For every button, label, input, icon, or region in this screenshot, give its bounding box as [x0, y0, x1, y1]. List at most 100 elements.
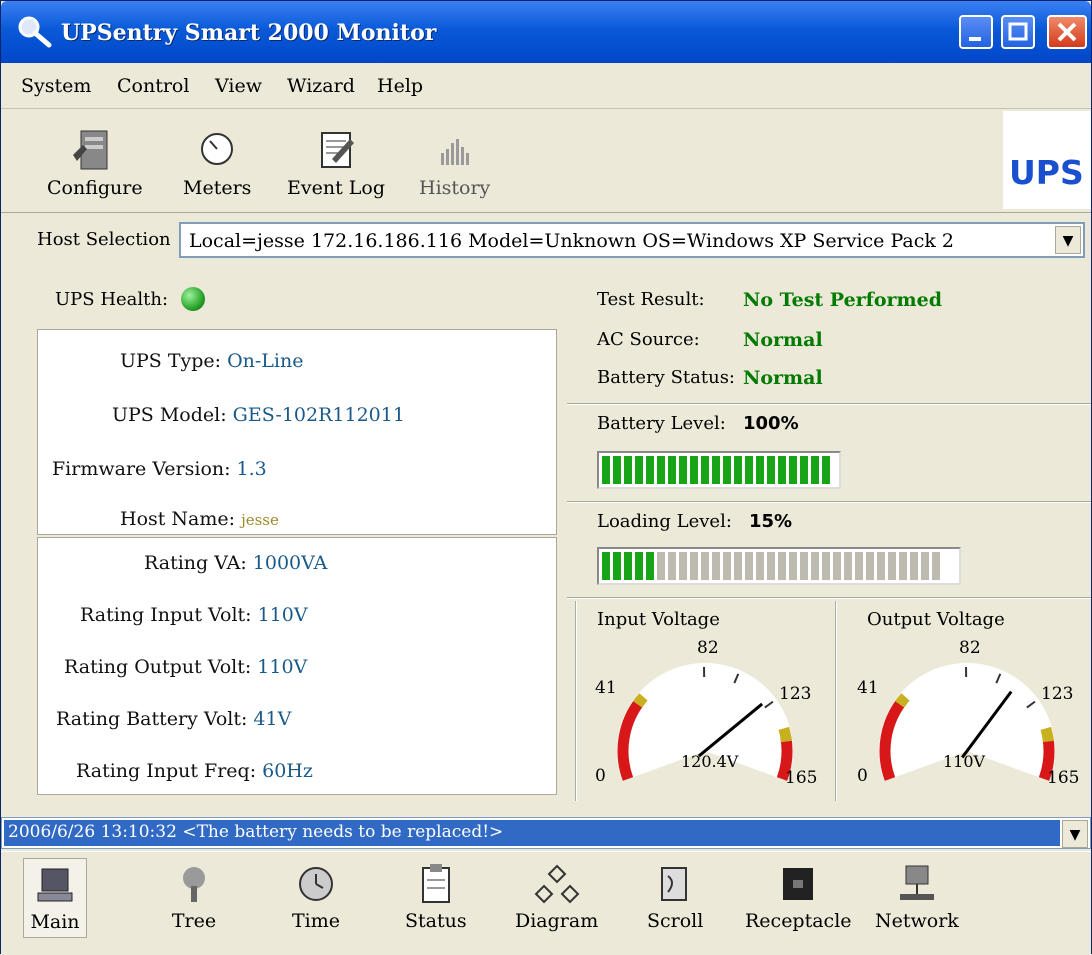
gauge-tick-label: 123	[1041, 684, 1073, 704]
loading-level-bar	[597, 547, 961, 585]
tab-time[interactable]: Time	[291, 862, 341, 932]
level-segment	[646, 552, 654, 580]
computer-icon	[30, 863, 80, 907]
configure-button[interactable]: Configure	[47, 125, 143, 199]
maximize-button[interactable]	[1001, 15, 1035, 49]
rating-battery-volt-value: 41V	[253, 708, 291, 730]
output-voltage-meter: Output Voltage 82411230165110V	[835, 601, 1091, 801]
ups-type-value: On-Line	[227, 350, 303, 372]
level-segment	[756, 456, 764, 484]
history-chart-icon	[429, 125, 481, 173]
level-segment	[932, 552, 940, 580]
diagram-icon	[532, 862, 582, 906]
level-segment	[833, 552, 841, 580]
ups-model-row: UPS Model:GES-102R112011	[112, 404, 405, 426]
level-segment	[844, 552, 852, 580]
ups-status-panel: Test Result: No Test Performed AC Source…	[567, 267, 1091, 807]
gauge-tick-label: 41	[857, 678, 879, 698]
battery-level-value: 100%	[743, 413, 799, 434]
minimize-button[interactable]	[959, 15, 993, 49]
level-segment	[800, 552, 808, 580]
level-segment	[701, 552, 709, 580]
level-segment	[811, 552, 819, 580]
ac-source-key: AC Source:	[597, 329, 700, 350]
gauge-tick-label: 0	[857, 766, 868, 786]
host-selection-value: Local=jesse 172.16.186.116 Model=Unknown…	[189, 230, 954, 252]
tab-tree-label: Tree	[172, 910, 216, 932]
event-log-button[interactable]: Event Log	[287, 125, 385, 199]
history-label: History	[419, 177, 490, 199]
menu-system[interactable]: System	[21, 75, 91, 97]
tab-diagram-label: Diagram	[515, 910, 598, 932]
ups-health-label: UPS Health:	[55, 289, 168, 310]
level-segment	[624, 456, 632, 484]
gauge-tick-label: 82	[697, 638, 719, 658]
menu-wizard[interactable]: Wizard	[287, 75, 355, 97]
maximize-icon	[1003, 17, 1033, 47]
level-segment	[811, 456, 819, 484]
rating-va-row: Rating VA:1000VA	[144, 552, 327, 574]
level-segment	[767, 456, 775, 484]
gauge-reading: 120.4V	[681, 752, 739, 771]
level-segment	[888, 552, 896, 580]
close-button[interactable]	[1047, 15, 1087, 49]
divider	[567, 597, 1091, 599]
event-message-dropdown[interactable]: 2006/6/26 13:10:32 <The battery needs to…	[1, 817, 1091, 849]
level-segment	[789, 456, 797, 484]
rating-output-volt-key: Rating Output Volt:	[64, 656, 251, 678]
meters-button[interactable]: Meters	[183, 125, 251, 199]
level-segment	[624, 552, 632, 580]
level-segment	[635, 552, 643, 580]
history-button[interactable]: History	[419, 125, 490, 199]
level-segment	[679, 552, 687, 580]
tab-main[interactable]: Main	[23, 858, 87, 938]
level-segment	[679, 456, 687, 484]
test-result-key: Test Result:	[597, 289, 705, 310]
battery-level-bar	[597, 451, 841, 489]
host-name-key: Host Name:	[120, 508, 235, 530]
rating-input-volt-row: Rating Input Volt:110V	[80, 604, 308, 626]
loading-level-label: Loading Level:	[597, 511, 732, 532]
title-bar[interactable]: UPSentry Smart 2000 Monitor	[1, 1, 1091, 63]
level-segment	[745, 456, 753, 484]
gauge-tick-label: 0	[595, 766, 606, 786]
menu-control[interactable]: Control	[117, 75, 189, 97]
level-segment	[657, 456, 665, 484]
app-window: UPSentry Smart 2000 Monitor System Contr…	[0, 0, 1092, 954]
ups-identity-box: UPS Type:On-Line UPS Model:GES-102R11201…	[37, 329, 557, 535]
rating-input-freq-value: 60Hz	[262, 760, 313, 782]
level-segment	[767, 552, 775, 580]
tab-status[interactable]: Status	[405, 862, 467, 932]
chevron-down-icon[interactable]: ▼	[1055, 226, 1081, 254]
meters-label: Meters	[183, 177, 251, 199]
level-segment	[789, 552, 797, 580]
level-segment	[921, 552, 929, 580]
gauge-tick-label: 41	[595, 678, 617, 698]
menu-view[interactable]: View	[215, 75, 262, 97]
gauge-tick-label: 123	[779, 684, 811, 704]
firmware-value: 1.3	[237, 458, 267, 480]
tab-scroll[interactable]: Scroll	[647, 862, 703, 932]
tab-time-label: Time	[292, 910, 340, 932]
tab-receptacle[interactable]: Receptacle	[745, 862, 852, 932]
host-name-value: jesse	[241, 511, 279, 529]
ups-info-panel: UPS Health: UPS Type:On-Line UPS Model:G…	[31, 267, 561, 807]
menu-help[interactable]: Help	[377, 75, 423, 97]
level-segment	[613, 552, 621, 580]
host-selection-dropdown[interactable]: Local=jesse 172.16.186.116 Model=Unknown…	[179, 222, 1085, 258]
battery-level-label: Battery Level:	[597, 413, 726, 434]
divider	[567, 501, 1091, 503]
tab-diagram[interactable]: Diagram	[515, 862, 598, 932]
tab-tree[interactable]: Tree	[169, 862, 219, 932]
tab-scroll-label: Scroll	[647, 910, 703, 932]
receptacle-icon	[773, 862, 823, 906]
close-icon	[1049, 17, 1085, 47]
tree-icon	[169, 862, 219, 906]
level-segment	[690, 456, 698, 484]
level-segment	[800, 456, 808, 484]
tab-network[interactable]: Network	[875, 862, 959, 932]
divider	[567, 403, 1091, 405]
chevron-down-icon[interactable]: ▼	[1062, 820, 1088, 848]
level-segment	[734, 552, 742, 580]
host-selection-bar: Host Selection Local=jesse 172.16.186.11…	[29, 219, 1091, 261]
